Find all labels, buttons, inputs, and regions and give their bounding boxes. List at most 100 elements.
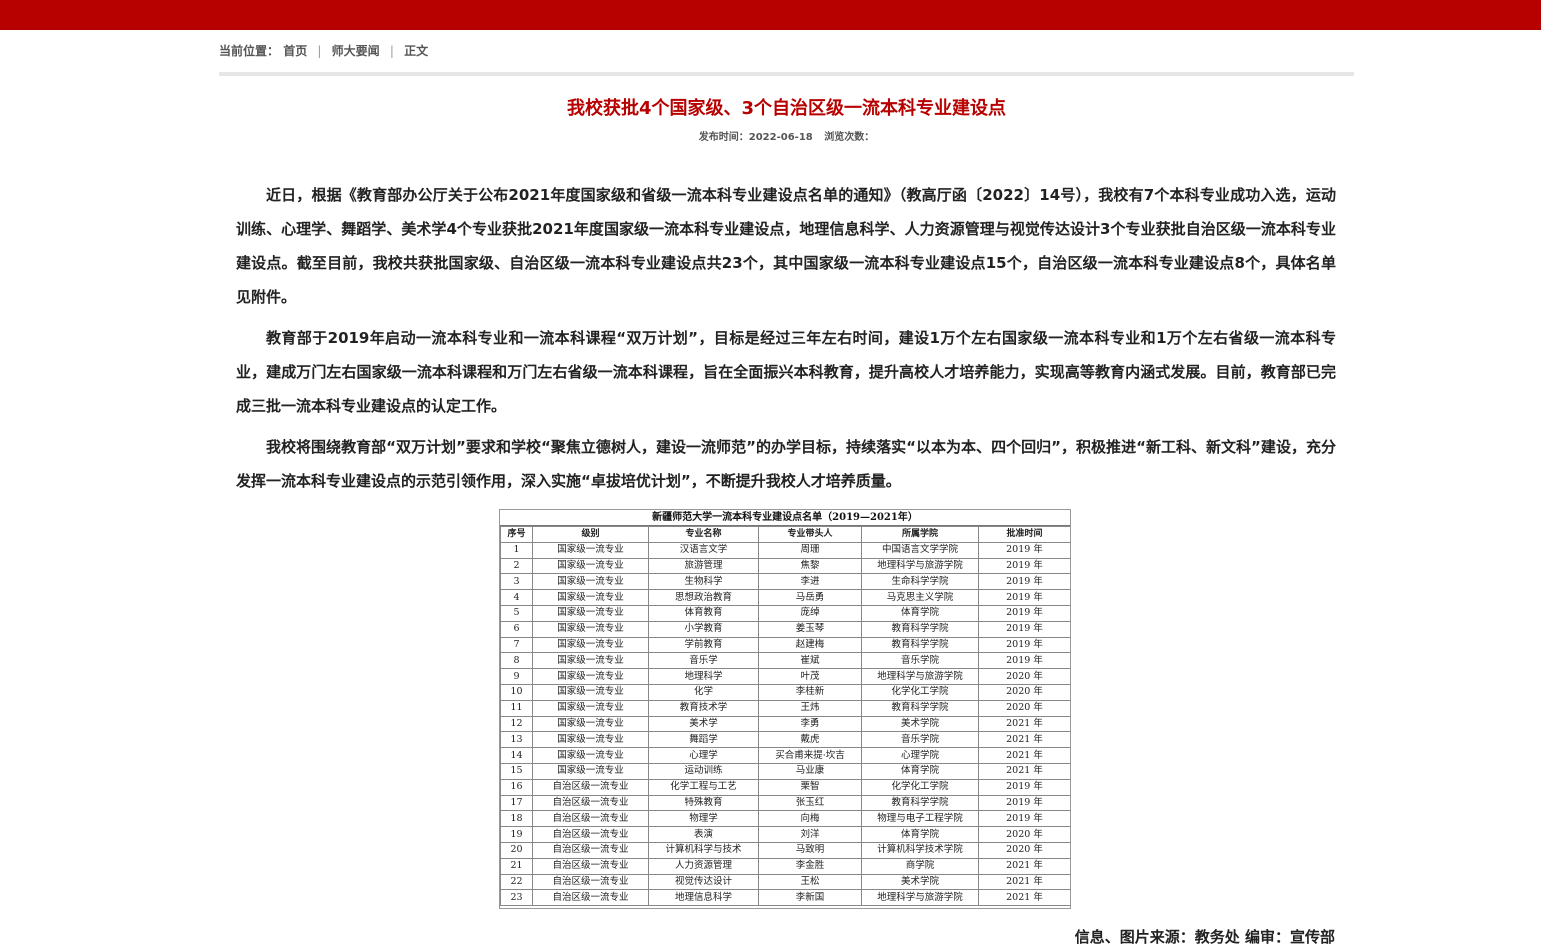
- cell-index: 19: [500, 826, 533, 843]
- cell-leader: 焦黎: [758, 557, 862, 575]
- top-banner: [0, 0, 1541, 30]
- cell-leader: 李勇: [758, 715, 862, 733]
- cell-major: 小学教育: [648, 620, 759, 638]
- cell-major: 计算机科学与技术: [648, 841, 759, 859]
- cell-level: 自治区级一流专业: [532, 873, 649, 891]
- cell-index: 6: [500, 620, 533, 638]
- cell-level: 国家级一流专业: [532, 762, 649, 780]
- col-header-level: 级别: [532, 526, 649, 543]
- cell-leader: 马致明: [758, 841, 862, 859]
- cell-year: 2021 年: [978, 747, 1070, 764]
- cell-major: 地理科学: [648, 668, 759, 685]
- cell-index: 18: [500, 810, 533, 828]
- cell-major: 旅游管理: [648, 557, 759, 575]
- cell-college: 教育科学学院: [861, 620, 979, 638]
- cell-index: 9: [500, 668, 533, 685]
- cell-index: 12: [500, 715, 533, 733]
- table-row: 17 自治区级一流专业 特殊教育 张玉红 教育科学学院 2019 年: [500, 794, 1070, 812]
- cell-index: 1: [500, 541, 533, 559]
- table-row: 13 国家级一流专业 舞蹈学 戴虎 音乐学院 2021 年: [500, 731, 1070, 749]
- cell-year: 2019 年: [978, 589, 1070, 606]
- cell-leader: 王松: [758, 873, 862, 891]
- cell-index: 2: [500, 557, 533, 575]
- cell-year: 2019 年: [978, 778, 1070, 796]
- table-row: 18 自治区级一流专业 物理学 向梅 物理与电子工程学院 2019 年: [500, 810, 1070, 828]
- cell-major: 化学工程与工艺: [648, 778, 759, 796]
- cell-year: 2021 年: [978, 762, 1070, 780]
- cell-index: 7: [500, 636, 533, 654]
- cell-year: 2021 年: [978, 889, 1070, 907]
- cell-leader: 刘洋: [758, 826, 862, 843]
- col-header-college: 所属学院: [861, 526, 979, 543]
- cell-index: 17: [500, 794, 533, 812]
- cell-college: 美术学院: [861, 715, 979, 733]
- cell-level: 国家级一流专业: [532, 604, 649, 622]
- page-title: 我校获批4个国家级、3个自治区级一流本科专业建设点: [566, 98, 1007, 119]
- cell-year: 2019 年: [978, 604, 1070, 622]
- cell-level: 自治区级一流专业: [532, 778, 649, 796]
- table-row: 7 国家级一流专业 学前教育 赵建梅 教育科学学院 2019 年: [500, 636, 1070, 654]
- cell-college: 教育科学学院: [861, 636, 979, 654]
- cell-leader: 向梅: [758, 810, 862, 828]
- cell-level: 国家级一流专业: [532, 636, 649, 654]
- cell-major: 化学: [648, 683, 759, 701]
- cell-year: 2021 年: [978, 873, 1070, 891]
- table-row: 15 国家级一流专业 运动训练 马业康 体育学院 2021 年: [500, 762, 1070, 780]
- cell-major: 运动训练: [648, 762, 759, 780]
- cell-college: 音乐学院: [861, 652, 979, 670]
- table-row: 4 国家级一流专业 思想政治教育 马岳勇 马克思主义学院 2019 年: [500, 589, 1070, 606]
- cell-year: 2019 年: [978, 652, 1070, 670]
- cell-year: 2019 年: [978, 810, 1070, 828]
- cell-major: 特殊教育: [648, 794, 759, 812]
- table-row: 12 国家级一流专业 美术学 李勇 美术学院 2021 年: [500, 715, 1070, 733]
- cell-leader: 戴虎: [758, 731, 862, 749]
- cell-leader: 赵建梅: [758, 636, 862, 654]
- breadcrumb-separator: |: [389, 44, 394, 58]
- cell-index: 10: [500, 683, 533, 701]
- cell-leader: 王炜: [758, 699, 862, 717]
- article-header-area: 当前位置： 首页 | 师大要闻 | 正文 我校获批4个国家级、3个自治区级一流本…: [219, 30, 1354, 144]
- article-paragraph: 我校将围绕教育部“双万计划”要求和学校“聚焦立德树人，建设一流师范”的办学目标，…: [236, 438, 1336, 490]
- table-header-row: 序号 级别 专业名称 专业带头人 所属学院 批准时间: [500, 526, 1070, 543]
- cell-major: 人力资源管理: [648, 857, 759, 875]
- cell-major: 表演: [648, 826, 759, 843]
- cell-level: 国家级一流专业: [532, 715, 649, 733]
- cell-major: 汉语言文学: [648, 541, 759, 559]
- breadcrumb: 当前位置： 首页 | 师大要闻 | 正文: [219, 30, 1354, 72]
- cell-college: 地理科学与旅游学院: [861, 668, 979, 685]
- breadcrumb-news-link[interactable]: 师大要闻: [332, 44, 380, 58]
- cell-year: 2019 年: [978, 557, 1070, 575]
- cell-year: 2019 年: [978, 541, 1070, 559]
- cell-college: 体育学院: [861, 604, 979, 622]
- breadcrumb-home-link[interactable]: 首页: [283, 44, 307, 58]
- cell-college: 生命科学学院: [861, 573, 979, 591]
- major-list-table: 序号 级别 专业名称 专业带头人 所属学院 批准时间 1 国家级一流专业 汉语言文学…: [500, 526, 1070, 907]
- cell-year: 2020 年: [978, 841, 1070, 859]
- cell-year: 2020 年: [978, 683, 1070, 701]
- cell-college: 教育科学学院: [861, 794, 979, 812]
- cell-year: 2021 年: [978, 715, 1070, 733]
- cell-level: 国家级一流专业: [532, 620, 649, 638]
- cell-level: 国家级一流专业: [532, 541, 649, 559]
- cell-year: 2019 年: [978, 620, 1070, 638]
- table-row: 9 国家级一流专业 地理科学 叶茂 地理科学与旅游学院 2020 年: [500, 668, 1070, 685]
- cell-leader: 马业康: [758, 762, 862, 780]
- cell-major: 视觉传达设计: [648, 873, 759, 891]
- cell-index: 20: [500, 841, 533, 859]
- cell-leader: 庞绰: [758, 604, 862, 622]
- cell-year: 2021 年: [978, 857, 1070, 875]
- table-row: 14 国家级一流专业 心理学 买合甫来提·坎吉 心理学院 2021 年: [500, 747, 1070, 764]
- table-row: 11 国家级一流专业 教育技术学 王炜 教育科学学院 2020 年: [500, 699, 1070, 717]
- cell-index: 21: [500, 857, 533, 875]
- breadcrumb-current: 正文: [404, 44, 429, 58]
- cell-leader: 叶茂: [758, 668, 862, 685]
- cell-level: 自治区级一流专业: [532, 857, 649, 875]
- cell-college: 中国语言文学学院: [861, 541, 979, 559]
- cell-level: 自治区级一流专业: [532, 810, 649, 828]
- cell-year: 2020 年: [978, 826, 1070, 843]
- cell-major: 体育教育: [648, 604, 759, 622]
- cell-leader: 李新国: [758, 889, 862, 907]
- table-row: 3 国家级一流专业 生物科学 李进 生命科学学院 2019 年: [500, 573, 1070, 591]
- cell-level: 国家级一流专业: [532, 589, 649, 606]
- cell-leader: 姜玉琴: [758, 620, 862, 638]
